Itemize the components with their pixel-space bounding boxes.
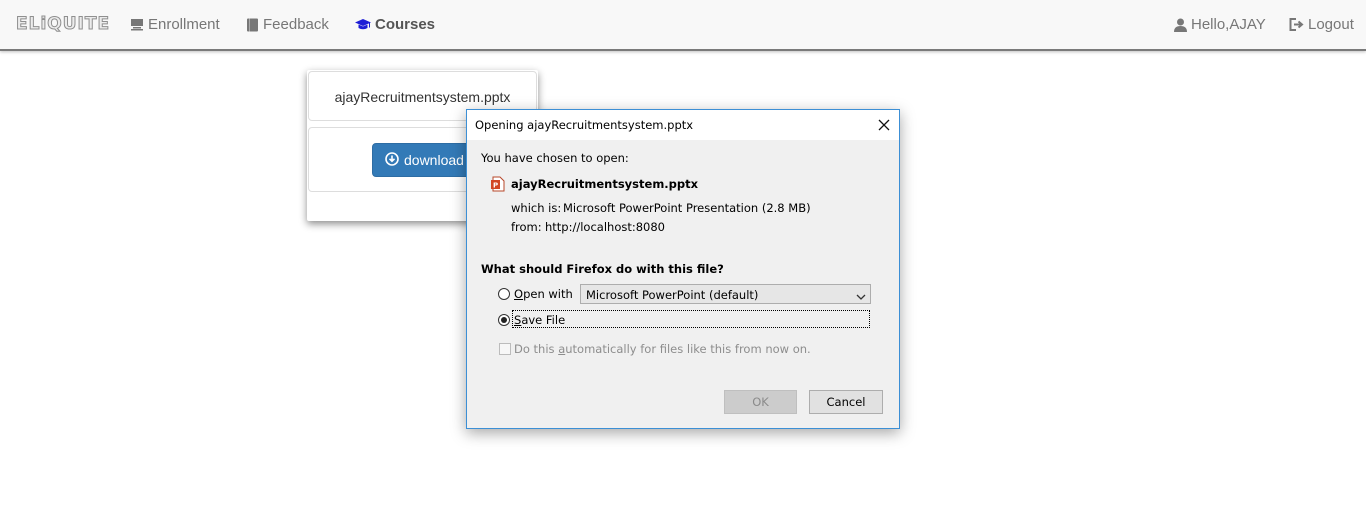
download-label: download	[404, 152, 464, 168]
save-file-focus-ring	[512, 310, 870, 328]
close-icon[interactable]	[877, 118, 891, 132]
user-greeting[interactable]: Hello,AJAY	[1174, 16, 1266, 33]
top-navbar: ELiQUITE Enrollment Feedback Courses Hel…	[0, 0, 1366, 51]
brand-logo[interactable]: ELiQUITE	[15, 14, 110, 35]
ok-button[interactable]: OK	[724, 390, 797, 414]
nav-courses[interactable]: Courses	[355, 16, 435, 33]
logout-label: Logout	[1308, 16, 1354, 33]
desktop-icon	[130, 18, 144, 31]
dialog-file-name: ajayRecruitmentsystem.pptx	[511, 177, 699, 191]
from-label: from:	[511, 220, 542, 234]
open-with-app-value: Microsoft PowerPoint (default)	[586, 288, 759, 302]
powerpoint-file-icon: P	[490, 176, 506, 192]
dialog-title: Opening ajayRecruitmentsystem.pptx	[475, 118, 694, 132]
nav-enrollment[interactable]: Enrollment	[130, 16, 220, 33]
dialog-titlebar[interactable]: Opening ajayRecruitmentsystem.pptx	[467, 110, 899, 140]
open-with-radio[interactable]	[498, 288, 510, 300]
auto-checkbox[interactable]	[499, 343, 511, 355]
svg-text:P: P	[493, 182, 498, 190]
graduation-cap-icon	[355, 18, 371, 31]
logout-link[interactable]: Logout	[1289, 16, 1354, 33]
save-file-label[interactable]: Save File	[514, 313, 565, 327]
from-value: http://localhost:8080	[545, 220, 665, 234]
chevron-down-icon	[856, 290, 866, 300]
which-is-value: Microsoft PowerPoint Presentation (2.8 M…	[563, 201, 811, 215]
cancel-button[interactable]: Cancel	[809, 390, 883, 414]
chosen-to-open-label: You have chosen to open:	[481, 151, 629, 165]
open-with-app-select[interactable]: Microsoft PowerPoint (default)	[580, 284, 871, 304]
nav-courses-label: Courses	[375, 16, 436, 33]
nav-enrollment-label: Enrollment	[148, 16, 220, 33]
nav-feedback-label: Feedback	[263, 16, 329, 33]
file-open-dialog: Opening ajayRecruitmentsystem.pptx You h…	[466, 109, 900, 429]
nav-feedback[interactable]: Feedback	[246, 16, 329, 33]
book-icon	[246, 18, 259, 32]
user-greeting-label: Hello,AJAY	[1191, 16, 1266, 33]
auto-label: Do this automatically for files like thi…	[514, 342, 811, 356]
user-icon	[1174, 18, 1187, 32]
firefox-question: What should Firefox do with this file?	[481, 262, 724, 276]
which-is-label: which is:	[511, 201, 562, 215]
save-file-radio[interactable]	[498, 314, 510, 326]
open-with-label[interactable]: Open with	[514, 287, 573, 301]
logout-icon	[1289, 18, 1304, 31]
download-circle-icon	[385, 151, 399, 169]
